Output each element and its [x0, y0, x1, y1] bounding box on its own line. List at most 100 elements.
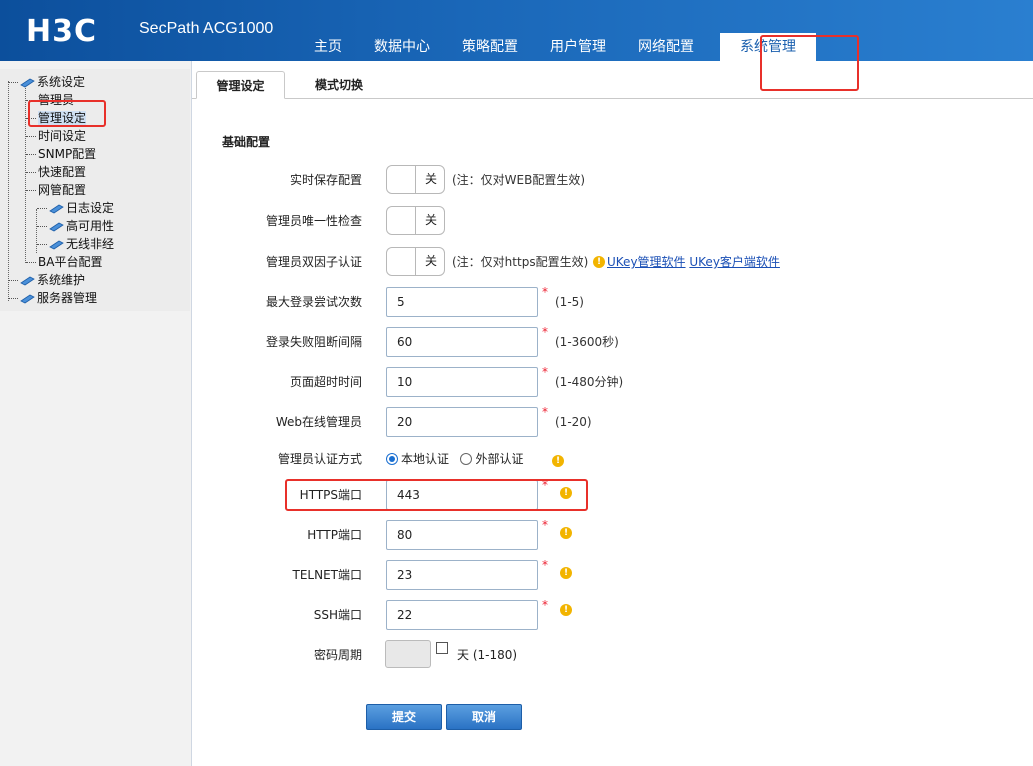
folder-icon — [20, 294, 35, 303]
main-nav: 主页 数据中心 策略配置 用户管理 网络配置 系统管理 — [298, 33, 816, 61]
nav-data-center[interactable]: 数据中心 — [358, 33, 446, 61]
tree-nms-config[interactable]: 网管配置 — [26, 181, 86, 199]
row-auth-method: 管理员认证方式 本地认证 外部认证 ! — [192, 444, 1033, 474]
folder-icon — [20, 276, 35, 285]
timeout-input[interactable]: 10 — [386, 367, 538, 397]
auth-external-option[interactable]: 外部认证 — [460, 452, 523, 466]
max-login-input[interactable]: 5 — [386, 287, 538, 317]
row-block-interval: 登录失败阻断间隔 60 * (1-3600秒) — [192, 325, 1033, 357]
nav-users[interactable]: 用户管理 — [534, 33, 622, 61]
two-factor-note: (注：仅对https配置生效) — [452, 255, 589, 269]
tree-log-settings[interactable]: 日志设定 — [37, 199, 114, 217]
sidebar: 系统设定 管理员 管理设定 时间设定 SNMP配置 快速配置 网管配置 日志设定… — [0, 61, 192, 766]
nav-tree: 系统设定 管理员 管理设定 时间设定 SNMP配置 快速配置 网管配置 日志设定… — [0, 69, 190, 311]
block-interval-label: 登录失败阻断间隔 — [265, 335, 362, 349]
ssh-port-input[interactable]: 22 — [386, 600, 538, 630]
tree-high-availability[interactable]: 高可用性 — [37, 217, 114, 235]
row-web-admins: Web在线管理员 20 * (1-20) — [192, 405, 1033, 437]
info-warning-icon: ! — [593, 256, 605, 268]
tree-system-maintenance[interactable]: 系统维护 — [8, 271, 85, 289]
info-warning-icon: ! — [560, 527, 572, 539]
password-period-checkbox[interactable] — [436, 642, 448, 654]
telnet-port-input[interactable]: 23 — [386, 560, 538, 590]
row-unique-check: 管理员唯一性检查 关 — [192, 206, 1033, 236]
cancel-button[interactable]: 取消 — [446, 704, 522, 730]
realtime-save-toggle[interactable]: 关 — [386, 165, 445, 194]
timeout-hint: (1-480分钟) — [555, 375, 624, 389]
ukey-client-link[interactable]: UKey客户端软件 — [689, 255, 780, 269]
tree-mgmt-settings[interactable]: 管理设定 — [26, 109, 87, 127]
realtime-save-label: 实时保存配置 — [289, 173, 362, 187]
two-factor-toggle[interactable]: 关 — [386, 247, 445, 276]
tab-mgmt-settings[interactable]: 管理设定 — [196, 71, 285, 99]
two-factor-label: 管理员双因子认证 — [265, 255, 362, 269]
row-telnet-port: TELNET端口 23 * ! — [192, 558, 1033, 590]
product-name: SecPath ACG1000 — [139, 20, 274, 37]
tree-admin[interactable]: 管理员 — [26, 91, 74, 109]
row-realtime-save: 实时保存配置 关 (注：仅对WEB配置生效) — [192, 165, 1033, 195]
unique-check-toggle[interactable]: 关 — [386, 206, 445, 235]
web-admins-label: Web在线管理员 — [275, 415, 362, 429]
tree-quick-config[interactable]: 快速配置 — [26, 163, 86, 181]
required-mark: * — [542, 285, 548, 299]
folder-icon — [49, 204, 64, 213]
folder-icon — [49, 222, 64, 231]
row-ssh-port: SSH端口 22 * ! — [192, 598, 1033, 630]
folder-icon — [49, 240, 64, 249]
tree-ba-platform[interactable]: BA平台配置 — [26, 253, 102, 271]
unique-check-label: 管理员唯一性检查 — [265, 214, 362, 228]
h3c-logo: H3C — [26, 14, 97, 46]
http-port-input[interactable]: 80 — [386, 520, 538, 550]
nav-network[interactable]: 网络配置 — [622, 33, 710, 61]
submit-button[interactable]: 提交 — [366, 704, 442, 730]
tab-mode-switch[interactable]: 模式切换 — [304, 71, 374, 99]
nav-home[interactable]: 主页 — [298, 33, 358, 61]
required-mark: * — [542, 558, 548, 572]
web-admins-input[interactable]: 20 — [386, 407, 538, 437]
top-header: H3C SecPath ACG1000 主页 数据中心 策略配置 用户管理 网络… — [0, 0, 1033, 61]
tree-system-settings[interactable]: 系统设定 — [8, 73, 85, 91]
web-admins-hint: (1-20) — [555, 415, 592, 429]
block-interval-hint: (1-3600秒) — [555, 335, 619, 349]
info-warning-icon: ! — [560, 604, 572, 616]
tree-server-management[interactable]: 服务器管理 — [8, 289, 97, 307]
info-warning-icon: ! — [560, 567, 572, 579]
https-port-input[interactable]: 443 — [386, 480, 538, 510]
row-max-login: 最大登录尝试次数 5 * (1-5) — [192, 285, 1033, 317]
password-period-label: 密码周期 — [313, 648, 362, 662]
required-mark: * — [542, 598, 548, 612]
https-port-label: HTTPS端口 — [299, 488, 362, 502]
password-period-hint: 天 (1-180) — [457, 648, 518, 662]
password-period-input[interactable] — [385, 640, 431, 668]
radio-external[interactable] — [460, 453, 473, 465]
row-password-period: 密码周期 天 (1-180) — [192, 640, 1033, 670]
auth-local-option[interactable]: 本地认证 — [386, 452, 449, 466]
svg-text:H3C: H3C — [26, 14, 97, 46]
tree-snmp[interactable]: SNMP配置 — [26, 145, 96, 163]
required-mark: * — [542, 518, 548, 532]
tree-time-settings[interactable]: 时间设定 — [26, 127, 86, 145]
tree-wireless[interactable]: 无线非经 — [37, 235, 114, 253]
section-title: 基础配置 — [222, 135, 271, 149]
required-mark: * — [542, 325, 548, 339]
block-interval-input[interactable]: 60 — [386, 327, 538, 357]
required-mark: * — [542, 478, 548, 492]
info-warning-icon: ! — [552, 455, 564, 467]
auth-method-label: 管理员认证方式 — [277, 452, 362, 466]
ukey-manager-link[interactable]: UKey管理软件 — [607, 255, 686, 269]
realtime-save-note: (注：仅对WEB配置生效) — [452, 173, 586, 187]
info-warning-icon: ! — [560, 487, 572, 499]
row-https-port: HTTPS端口 443 * ! — [192, 478, 1033, 510]
telnet-port-label: TELNET端口 — [292, 568, 363, 582]
row-http-port: HTTP端口 80 * ! — [192, 518, 1033, 550]
nav-system[interactable]: 系统管理 — [720, 33, 816, 61]
tab-bar: 管理设定 模式切换 — [192, 71, 1033, 99]
timeout-label: 页面超时时间 — [289, 375, 362, 389]
auth-method-radios: 本地认证 外部认证 — [386, 444, 523, 474]
folder-icon — [20, 78, 35, 87]
main-content: 管理设定 模式切换 基础配置 实时保存配置 关 (注：仅对WEB配置生效) 管理… — [192, 61, 1033, 766]
ssh-port-label: SSH端口 — [313, 608, 362, 622]
required-mark: * — [542, 405, 548, 419]
radio-local[interactable] — [386, 453, 398, 465]
nav-policy[interactable]: 策略配置 — [446, 33, 534, 61]
